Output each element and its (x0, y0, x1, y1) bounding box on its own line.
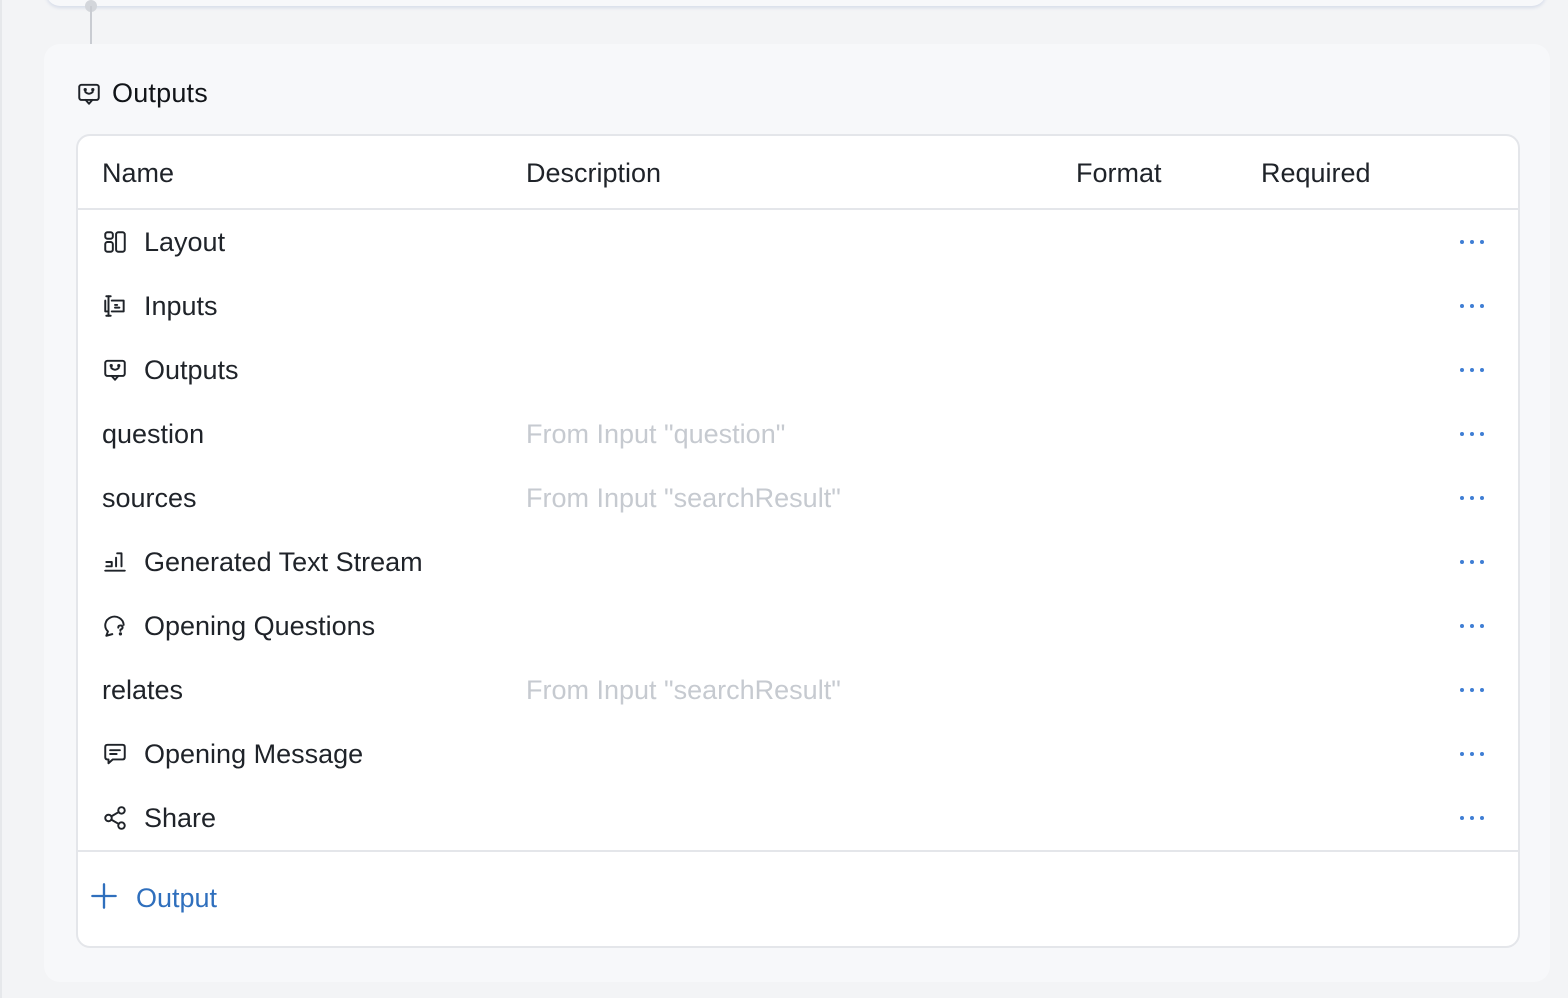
row-name-cell: Opening Questions (102, 594, 375, 658)
more-options-icon[interactable] (1460, 488, 1484, 508)
more-options-icon[interactable] (1460, 744, 1484, 764)
layout-icon (102, 229, 128, 255)
table-row[interactable]: sources From Input "searchResult" (78, 466, 1518, 530)
more-options-icon[interactable] (1460, 296, 1484, 316)
row-name-cell: Layout (102, 210, 225, 274)
row-name-label: sources (102, 482, 197, 513)
row-name-label: Opening Message (144, 738, 364, 769)
row-description: From Input "question" (526, 418, 786, 449)
table-footer: Output (78, 850, 1518, 946)
add-output-button[interactable]: Output (90, 882, 217, 915)
row-name-label: question (102, 418, 205, 449)
table-row[interactable]: relates From Input "searchResult" (78, 658, 1518, 722)
canvas: Outputs Name Description Format Required (0, 0, 1568, 998)
table-row[interactable]: Layout (78, 210, 1518, 274)
table-row[interactable]: Share (78, 786, 1518, 850)
text-stream-icon (102, 549, 128, 575)
outputs-node: Outputs Name Description Format Required (44, 44, 1550, 982)
table-row[interactable]: Outputs (78, 338, 1518, 402)
table-row[interactable]: Opening Message (78, 722, 1518, 786)
outputs-icon (102, 357, 128, 383)
node-title: Outputs (112, 78, 208, 108)
table-row[interactable]: Opening Questions (78, 594, 1518, 658)
more-options-icon[interactable] (1460, 680, 1484, 700)
row-name-label: Share (144, 802, 217, 833)
row-name-cell: relates (102, 658, 183, 722)
row-name-label: Layout (144, 226, 226, 257)
row-name-label: Outputs (144, 354, 239, 385)
row-name-cell: Opening Message (102, 722, 363, 786)
question-bubble-icon (102, 613, 128, 639)
row-name-label: Opening Questions (144, 610, 376, 641)
row-name-cell: question (102, 402, 204, 466)
node-header: Outputs (76, 78, 208, 109)
table-row[interactable]: Inputs (78, 274, 1518, 338)
previous-node-edge (46, 0, 1546, 6)
row-description: From Input "searchResult" (526, 674, 841, 705)
plus-icon (90, 882, 118, 915)
more-options-icon[interactable] (1460, 424, 1484, 444)
more-options-icon[interactable] (1460, 808, 1484, 828)
more-options-icon[interactable] (1460, 360, 1484, 380)
row-name-cell: Generated Text Stream (102, 530, 423, 594)
message-icon (102, 741, 128, 767)
more-options-icon[interactable] (1460, 552, 1484, 572)
row-description: From Input "searchResult" (526, 482, 841, 513)
table-body: Layout Inputs Outputs question From Inpu… (78, 210, 1518, 850)
share-icon (102, 805, 128, 831)
row-name-cell: Share (102, 786, 216, 850)
table-row[interactable]: question From Input "question" (78, 402, 1518, 466)
row-name-cell: sources (102, 466, 197, 530)
inputs-icon (102, 293, 128, 319)
column-header-name: Name (102, 158, 175, 188)
row-name-cell: Inputs (102, 274, 218, 338)
outputs-icon (76, 81, 102, 107)
more-options-icon[interactable] (1460, 232, 1484, 252)
more-options-icon[interactable] (1460, 616, 1484, 636)
row-name-cell: Outputs (102, 338, 239, 402)
column-header-format: Format (1076, 158, 1162, 188)
add-output-label: Output (136, 883, 218, 913)
column-header-required: Required (1261, 158, 1371, 188)
column-header-description: Description (526, 158, 662, 188)
table-header: Name Description Format Required (78, 136, 1518, 210)
outputs-table: Name Description Format Required Layout … (76, 134, 1520, 948)
row-name-label: Generated Text Stream (144, 546, 423, 577)
table-row[interactable]: Generated Text Stream (78, 530, 1518, 594)
left-border (0, 0, 2, 998)
row-name-label: relates (102, 674, 184, 705)
row-name-label: Inputs (144, 290, 218, 321)
